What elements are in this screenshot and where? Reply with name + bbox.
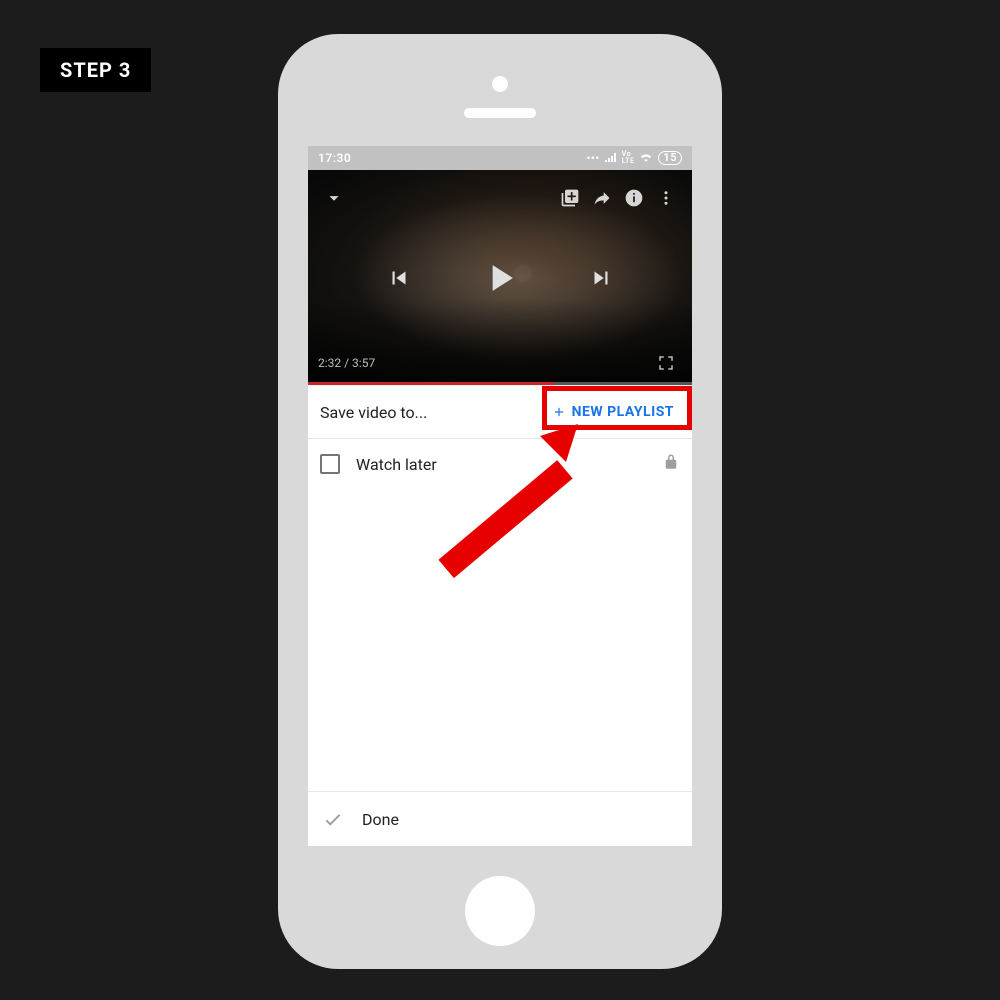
previous-icon[interactable] [383, 262, 415, 294]
done-label: Done [362, 810, 399, 829]
checkbox-icon[interactable] [320, 454, 340, 474]
step-label: STEP 3 [60, 58, 131, 82]
volte-badge: VoLTE [622, 151, 635, 165]
phone-home-button [465, 876, 535, 946]
save-sheet-title: Save video to... [320, 403, 427, 422]
playlist-row-watch-later[interactable]: Watch later [308, 439, 692, 489]
phone-camera-dot [492, 76, 508, 92]
lock-icon [662, 453, 680, 475]
video-progress-fill [308, 382, 554, 385]
status-bar: 17:30 ••• VoLTE 15 [308, 146, 692, 170]
fullscreen-icon[interactable] [650, 347, 682, 379]
phone-speaker [464, 108, 536, 118]
new-playlist-button[interactable]: NEW PLAYLIST [546, 400, 680, 424]
signal-dots-icon: ••• [586, 152, 599, 165]
video-time: 2:32 / 3:57 [318, 356, 375, 370]
play-icon[interactable] [475, 253, 525, 303]
battery-indicator: 15 [658, 151, 682, 165]
wifi-icon [639, 151, 653, 165]
step-badge: STEP 3 [40, 48, 151, 92]
signal-bars-icon [605, 152, 617, 165]
next-icon[interactable] [585, 262, 617, 294]
playlist-list: Watch later [308, 439, 692, 791]
phone-mockup: 17:30 ••• VoLTE 15 [278, 34, 722, 969]
playlist-label: Watch later [356, 455, 437, 474]
new-playlist-label: NEW PLAYLIST [572, 404, 674, 420]
check-icon [322, 808, 344, 830]
save-sheet-header: Save video to... NEW PLAYLIST [308, 386, 692, 439]
video-player[interactable]: 2:32 / 3:57 [308, 170, 692, 386]
done-button[interactable]: Done [308, 791, 692, 846]
phone-screen: 17:30 ••• VoLTE 15 [308, 146, 692, 846]
status-icons: ••• VoLTE 15 [586, 151, 682, 165]
video-progress-bar[interactable] [308, 382, 692, 385]
plus-icon [552, 405, 566, 419]
status-time: 17:30 [318, 151, 351, 165]
